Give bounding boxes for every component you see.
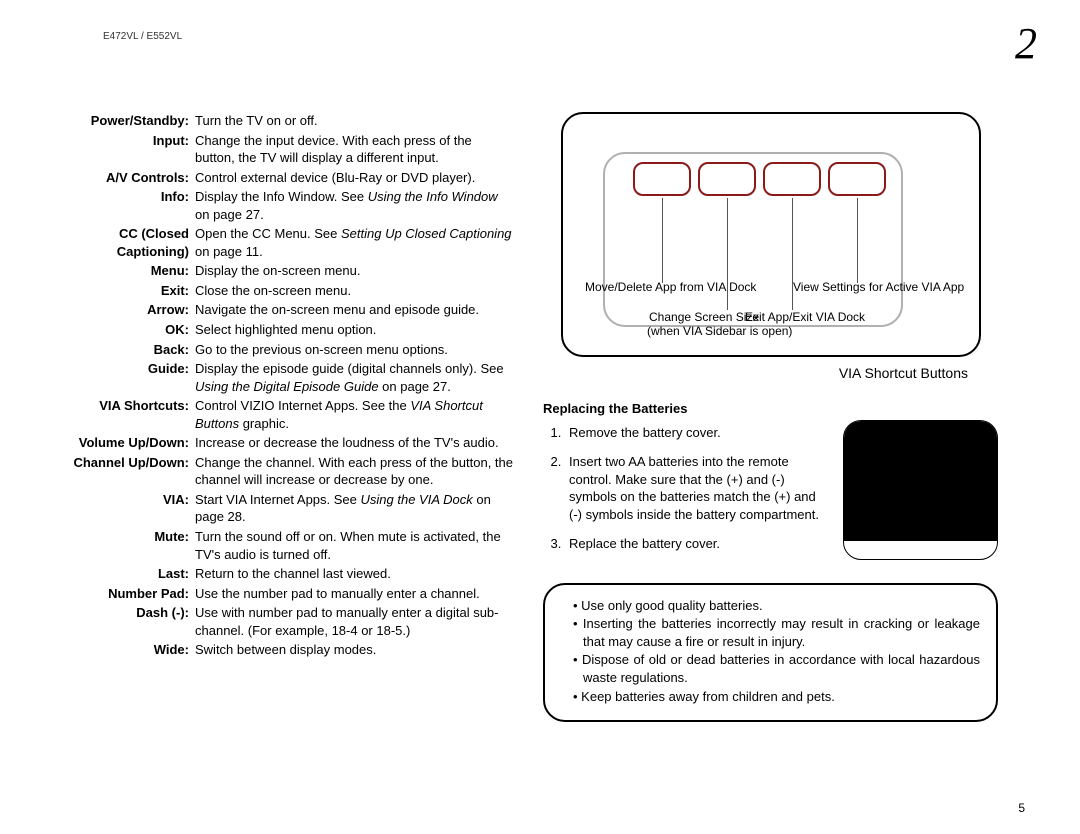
definition-row: Mute:Turn the sound off or on. When mute…: [55, 528, 515, 563]
definition-row: Input:Change the input device. With each…: [55, 132, 515, 167]
via-diagram-caption: VIA Shortcut Buttons: [839, 364, 968, 383]
battery-step: Remove the battery cover.: [565, 424, 831, 442]
definition-description: Open the CC Menu. See Setting Up Closed …: [195, 225, 515, 260]
batteries-section: Replacing the Batteries Remove the batte…: [543, 400, 998, 565]
definition-description: Increase or decrease the loudness of the…: [195, 434, 515, 452]
definition-term: Dash (-):: [55, 604, 195, 639]
right-column: Move/Delete App from VIA Dock Change Scr…: [543, 112, 998, 722]
battery-image-placeholder: [843, 420, 998, 560]
warning-item: Dispose of old or dead batteries in acco…: [573, 651, 980, 686]
definition-row: Arrow:Navigate the on-screen menu and ep…: [55, 301, 515, 319]
definition-term: Menu:: [55, 262, 195, 280]
definition-term: Back:: [55, 341, 195, 359]
via-button-1: [633, 162, 691, 196]
via-label-change-size: Change Screen Size: [649, 310, 759, 324]
definition-description: Display the Info Window. See Using the I…: [195, 188, 515, 223]
batteries-text: Replacing the Batteries Remove the batte…: [543, 400, 831, 565]
definition-term: OK:: [55, 321, 195, 339]
definition-row: Power/Standby:Turn the TV on or off.: [55, 112, 515, 130]
via-shortcut-diagram: Move/Delete App from VIA Dock Change Scr…: [543, 112, 998, 392]
two-column-layout: Power/Standby:Turn the TV on or off.Inpu…: [55, 112, 1025, 722]
battery-step: Replace the battery cover.: [565, 535, 831, 553]
definition-description: Use the number pad to manually enter a c…: [195, 585, 515, 603]
definition-term: Guide:: [55, 360, 195, 395]
definition-term: Exit:: [55, 282, 195, 300]
page-header: E472VL / E552VL 2: [55, 30, 1025, 60]
definition-row: Guide:Display the episode guide (digital…: [55, 360, 515, 395]
definition-term: Arrow:: [55, 301, 195, 319]
definition-description: Change the input device. With each press…: [195, 132, 515, 167]
batteries-heading: Replacing the Batteries: [543, 400, 831, 418]
definition-term: Input:: [55, 132, 195, 167]
definition-row: Volume Up/Down:Increase or decrease the …: [55, 434, 515, 452]
definition-description: Display the on-screen menu.: [195, 262, 515, 280]
battery-step: Insert two AA batteries into the remote …: [565, 453, 831, 523]
battery-image-fill: [844, 421, 997, 541]
definition-description: Change the channel. With each press of t…: [195, 454, 515, 489]
definition-term: VIA Shortcuts:: [55, 397, 195, 432]
model-number: E472VL / E552VL: [103, 30, 182, 44]
definition-row: Dash (-):Use with number pad to manually…: [55, 604, 515, 639]
definition-row: OK:Select highlighted menu option.: [55, 321, 515, 339]
definition-term: Number Pad:: [55, 585, 195, 603]
via-button-2: [698, 162, 756, 196]
definition-description: Turn the TV on or off.: [195, 112, 515, 130]
definition-list: Power/Standby:Turn the TV on or off.Inpu…: [55, 112, 515, 659]
definition-row: Menu:Display the on-screen menu.: [55, 262, 515, 280]
warning-item: Inserting the batteries incorrectly may …: [573, 615, 980, 650]
definition-row: Info:Display the Info Window. See Using …: [55, 188, 515, 223]
warning-item: Keep batteries away from children and pe…: [573, 688, 980, 706]
definition-description: Switch between display modes.: [195, 641, 515, 659]
definition-description: Use with number pad to manually enter a …: [195, 604, 515, 639]
definition-term: Power/Standby:: [55, 112, 195, 130]
definition-term: Info:: [55, 188, 195, 223]
via-button-4: [828, 162, 886, 196]
definition-term: Mute:: [55, 528, 195, 563]
definition-description: Display the episode guide (digital chann…: [195, 360, 515, 395]
definition-term: CC (Closed Captioning): [55, 225, 195, 260]
definition-description: Select highlighted menu option.: [195, 321, 515, 339]
definition-row: Wide:Switch between display modes.: [55, 641, 515, 659]
definition-description: Start VIA Internet Apps. See Using the V…: [195, 491, 515, 526]
warnings-box: Use only good quality batteries.Insertin…: [543, 583, 998, 722]
chapter-number: 2: [1015, 14, 1035, 73]
warning-item: Use only good quality batteries.: [573, 597, 980, 615]
definition-term: VIA:: [55, 491, 195, 526]
definition-row: A/V Controls:Control external device (Bl…: [55, 169, 515, 187]
definition-term: Channel Up/Down:: [55, 454, 195, 489]
page-container: E472VL / E552VL 2 Power/Standby:Turn the…: [0, 0, 1080, 834]
via-button-3: [763, 162, 821, 196]
definition-row: Back:Go to the previous on-screen menu o…: [55, 341, 515, 359]
definition-row: VIA:Start VIA Internet Apps. See Using t…: [55, 491, 515, 526]
definition-description: Control external device (Blu-Ray or DVD …: [195, 169, 515, 187]
definition-description: Navigate the on-screen menu and episode …: [195, 301, 515, 319]
definition-term: A/V Controls:: [55, 169, 195, 187]
definition-row: Number Pad:Use the number pad to manuall…: [55, 585, 515, 603]
definition-row: CC (Closed Captioning)Open the CC Menu. …: [55, 225, 515, 260]
leader-line-4: [857, 198, 858, 283]
definition-row: Channel Up/Down:Change the channel. With…: [55, 454, 515, 489]
warnings-list: Use only good quality batteries.Insertin…: [561, 597, 980, 705]
definition-description: Return to the channel last viewed.: [195, 565, 515, 583]
definition-row: Exit:Close the on-screen menu.: [55, 282, 515, 300]
batteries-steps: Remove the battery cover. Insert two AA b…: [565, 424, 831, 553]
left-column: Power/Standby:Turn the TV on or off.Inpu…: [55, 112, 515, 722]
via-label-view-settings: View Settings for Active VIA App: [793, 280, 964, 294]
definition-description: Control VIZIO Internet Apps. See the VIA…: [195, 397, 515, 432]
via-label-move-delete: Move/Delete App from VIA Dock: [585, 280, 756, 294]
via-label-exit-app: Exit App/Exit VIA Dock: [745, 310, 865, 324]
definition-term: Last:: [55, 565, 195, 583]
definition-description: Close the on-screen menu.: [195, 282, 515, 300]
definition-row: VIA Shortcuts:Control VIZIO Internet App…: [55, 397, 515, 432]
page-number-bottom: 5: [1018, 800, 1025, 816]
definition-term: Volume Up/Down:: [55, 434, 195, 452]
via-label-change-size-sub: (when VIA Sidebar is open): [647, 324, 792, 338]
definition-row: Last:Return to the channel last viewed.: [55, 565, 515, 583]
definition-description: Go to the previous on-screen menu option…: [195, 341, 515, 359]
leader-line-1: [662, 198, 663, 283]
definition-term: Wide:: [55, 641, 195, 659]
definition-description: Turn the sound off or on. When mute is a…: [195, 528, 515, 563]
